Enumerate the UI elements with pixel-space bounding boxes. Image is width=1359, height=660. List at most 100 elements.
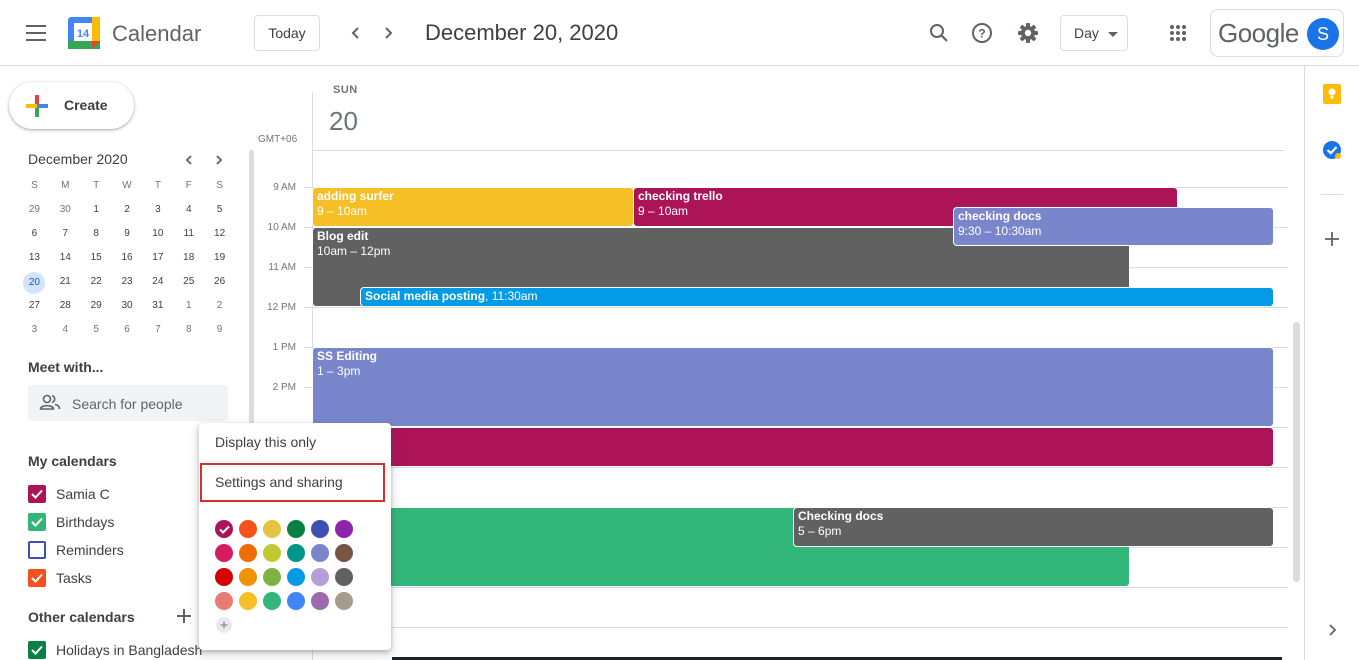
menu-item-display-only[interactable]: Display this only xyxy=(199,424,391,460)
mini-calendar-day[interactable]: 26 xyxy=(204,272,235,296)
avatar[interactable]: S xyxy=(1307,18,1339,50)
mini-prev-month-icon[interactable] xyxy=(178,149,200,171)
color-swatch[interactable] xyxy=(335,544,353,562)
mini-calendar-day[interactable]: 11 xyxy=(173,224,204,248)
color-swatch[interactable] xyxy=(263,592,281,610)
color-swatch-selected[interactable] xyxy=(215,520,233,538)
event-untitled-magenta[interactable] xyxy=(312,427,1274,467)
color-swatch[interactable] xyxy=(311,544,329,562)
mini-calendar-day[interactable]: 30 xyxy=(50,200,81,224)
checkbox-unchecked[interactable] xyxy=(28,541,46,559)
help-icon[interactable]: ? xyxy=(969,20,995,46)
add-other-calendar-icon[interactable] xyxy=(174,606,194,626)
checkbox-checked[interactable] xyxy=(28,485,46,503)
color-swatch[interactable] xyxy=(215,568,233,586)
color-swatch[interactable] xyxy=(335,592,353,610)
color-swatch[interactable] xyxy=(263,568,281,586)
color-swatch[interactable] xyxy=(287,568,305,586)
mini-calendar-day[interactable]: 1 xyxy=(173,296,204,320)
mini-calendar-day[interactable]: 14 xyxy=(50,248,81,272)
expand-panel-icon[interactable] xyxy=(1321,619,1343,641)
color-swatch[interactable] xyxy=(263,520,281,538)
mini-calendar-day[interactable]: 8 xyxy=(81,224,112,248)
mini-calendar-day[interactable]: 4 xyxy=(50,320,81,344)
mini-calendar-day[interactable]: 7 xyxy=(142,320,173,344)
sidebar-scrollbar[interactable] xyxy=(249,150,254,440)
calendar-item-holidays[interactable]: Holidays in Bangladesh xyxy=(28,639,202,660)
color-swatch[interactable] xyxy=(287,520,305,538)
day-number[interactable]: 20 xyxy=(329,106,358,137)
mini-calendar-day[interactable]: 18 xyxy=(173,248,204,272)
mini-calendar-day[interactable]: 2 xyxy=(112,200,143,224)
prev-arrow-icon[interactable] xyxy=(343,20,369,46)
mini-next-month-icon[interactable] xyxy=(208,149,230,171)
mini-calendar-day[interactable]: 13 xyxy=(19,248,50,272)
color-swatch[interactable] xyxy=(263,544,281,562)
next-arrow-icon[interactable] xyxy=(375,20,401,46)
search-icon[interactable] xyxy=(926,20,952,46)
time-grid-scrollbar[interactable] xyxy=(1293,322,1300,582)
mini-calendar-day[interactable]: 4 xyxy=(173,200,204,224)
mini-calendar-day[interactable]: 1 xyxy=(81,200,112,224)
create-button[interactable]: Create xyxy=(9,82,134,129)
view-select[interactable]: Day xyxy=(1060,15,1128,51)
menu-item-settings-sharing[interactable]: Settings and sharing xyxy=(199,464,391,500)
mini-calendar-day[interactable]: 12 xyxy=(204,224,235,248)
mini-calendar-day[interactable]: 28 xyxy=(50,296,81,320)
search-people-input[interactable]: Search for people xyxy=(28,385,228,421)
mini-calendar-day[interactable]: 8 xyxy=(173,320,204,344)
mini-calendar-day[interactable]: 24 xyxy=(142,272,173,296)
mini-calendar-day[interactable]: 31 xyxy=(142,296,173,320)
mini-calendar-day[interactable]: 5 xyxy=(204,200,235,224)
mini-calendar-day[interactable]: 3 xyxy=(19,320,50,344)
event-social-media-posting[interactable]: Social media posting, 11:30am xyxy=(360,287,1274,307)
today-button[interactable]: Today xyxy=(254,15,320,51)
settings-icon[interactable] xyxy=(1015,20,1041,46)
calendar-item-samia[interactable]: Samia C xyxy=(28,483,110,505)
color-swatch[interactable] xyxy=(239,592,257,610)
color-swatch[interactable] xyxy=(311,520,329,538)
mini-calendar-day[interactable]: 6 xyxy=(19,224,50,248)
mini-calendar-day[interactable]: 17 xyxy=(142,248,173,272)
tasks-icon[interactable] xyxy=(1321,139,1343,161)
color-swatch[interactable] xyxy=(287,592,305,610)
mini-calendar-day[interactable]: 9 xyxy=(204,320,235,344)
event-adding-surfer[interactable]: adding surfer 9 – 10am xyxy=(312,187,634,227)
color-swatch[interactable] xyxy=(215,544,233,562)
apps-grid-icon[interactable] xyxy=(1165,20,1191,46)
mini-calendar-day[interactable]: 2 xyxy=(204,296,235,320)
checkbox-checked[interactable] xyxy=(28,513,46,531)
mini-calendar-day[interactable]: 5 xyxy=(81,320,112,344)
mini-calendar-day[interactable]: 30 xyxy=(112,296,143,320)
color-swatch[interactable] xyxy=(335,520,353,538)
mini-calendar-day[interactable]: 27 xyxy=(19,296,50,320)
color-swatch[interactable] xyxy=(239,568,257,586)
mini-calendar-day[interactable]: 15 xyxy=(81,248,112,272)
checkbox-checked[interactable] xyxy=(28,641,46,659)
event-checking-docs-morning[interactable]: checking docs 9:30 – 10:30am xyxy=(953,207,1274,246)
calendar-item-tasks[interactable]: Tasks xyxy=(28,567,92,589)
color-swatch[interactable] xyxy=(335,568,353,586)
mini-calendar-day[interactable]: 9 xyxy=(112,224,143,248)
color-swatch[interactable] xyxy=(239,520,257,538)
account-area[interactable]: Google S xyxy=(1210,9,1344,57)
mini-calendar-day[interactable]: 6 xyxy=(112,320,143,344)
event-ss-editing[interactable]: SS Editing 1 – 3pm xyxy=(312,347,1274,427)
mini-calendar-day[interactable]: 7 xyxy=(50,224,81,248)
mini-calendar-day[interactable]: 23 xyxy=(112,272,143,296)
event-checking-docs-evening[interactable]: Checking docs 5 – 6pm xyxy=(793,507,1274,547)
mini-calendar-day[interactable]: 10 xyxy=(142,224,173,248)
add-addon-icon[interactable] xyxy=(1321,228,1343,250)
mini-calendar-day[interactable]: 21 xyxy=(50,272,81,296)
mini-calendar-day[interactable]: 29 xyxy=(81,296,112,320)
mini-calendar-day[interactable]: 22 xyxy=(81,272,112,296)
mini-calendar-day[interactable]: 19 xyxy=(204,248,235,272)
keep-icon[interactable] xyxy=(1321,83,1343,105)
add-custom-color-icon[interactable] xyxy=(216,617,232,633)
calendar-logo[interactable]: 14 xyxy=(68,17,100,49)
color-swatch[interactable] xyxy=(287,544,305,562)
menu-icon[interactable] xyxy=(18,18,54,48)
mini-calendar-day[interactable]: 29 xyxy=(19,200,50,224)
color-swatch[interactable] xyxy=(311,592,329,610)
color-swatch[interactable] xyxy=(311,568,329,586)
